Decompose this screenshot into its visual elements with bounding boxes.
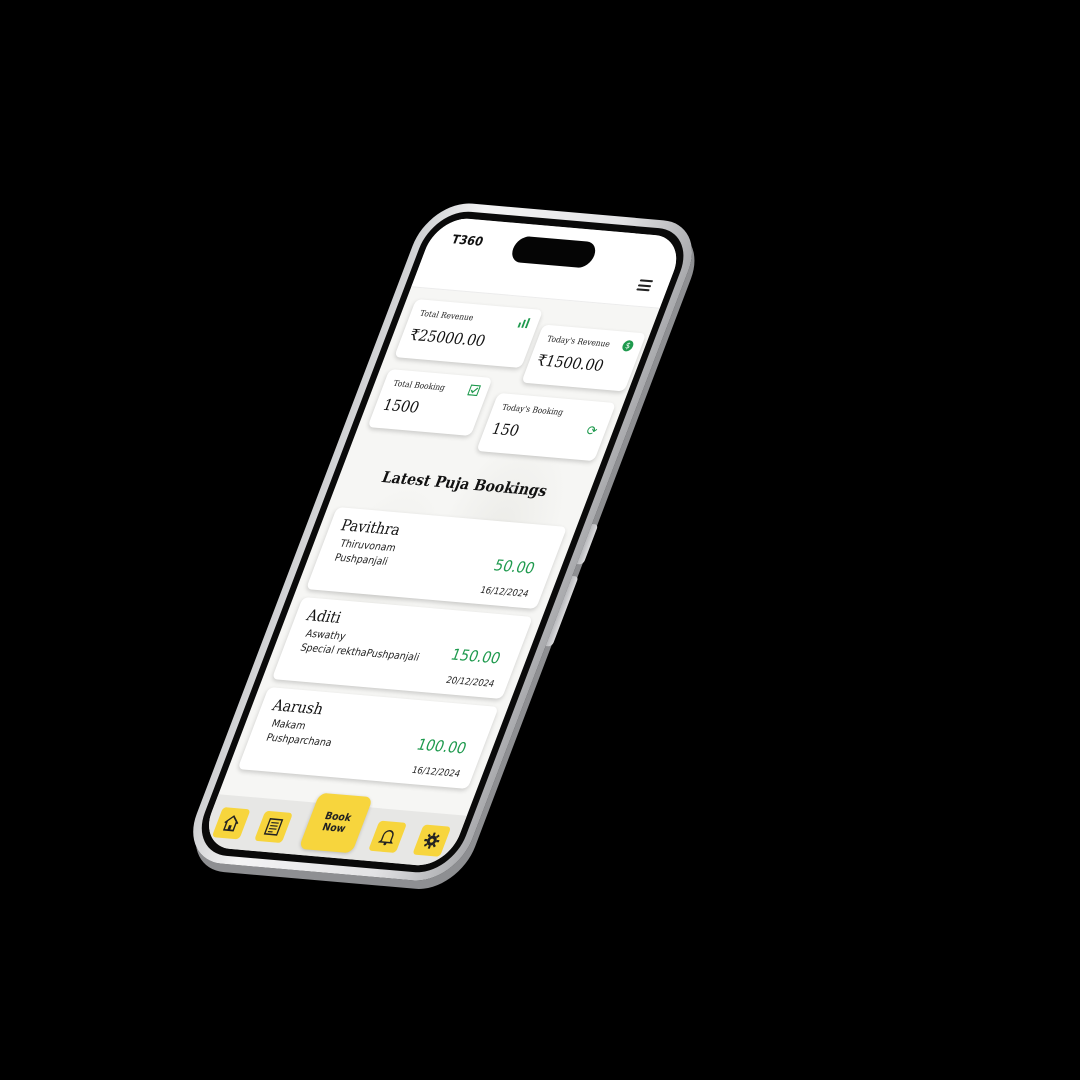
dynamic-island bbox=[508, 235, 600, 269]
gear-icon[interactable] bbox=[412, 824, 452, 857]
hamburger-menu-icon[interactable] bbox=[636, 279, 654, 292]
booking-star: Thiruvonam bbox=[338, 538, 398, 555]
document-icon[interactable] bbox=[254, 810, 294, 844]
stat-label: Today's Revenue bbox=[545, 334, 612, 349]
stat-value: 1500 bbox=[380, 395, 423, 417]
booking-name: Pavithra bbox=[338, 515, 404, 540]
booking-star: Aswathy bbox=[303, 628, 348, 643]
total-booking-card[interactable]: Total Booking 1500 bbox=[367, 369, 493, 436]
booking-date: 16/12/2024 bbox=[409, 765, 462, 780]
stat-value: 150 bbox=[488, 419, 523, 440]
phone-mockup: T360 Total Revenue ₹25000.00 Today's Rev… bbox=[179, 200, 706, 884]
chart-icon bbox=[515, 316, 531, 331]
app-brand: T360 bbox=[449, 232, 486, 249]
todays-revenue-card[interactable]: Today's Revenue $ ₹1500.00 bbox=[521, 324, 647, 392]
booking-star: Makam bbox=[269, 718, 308, 733]
booking-puja: Pushpanjali bbox=[332, 552, 390, 569]
book-now-button[interactable]: Book Now bbox=[298, 792, 374, 854]
booking-puja: Pushparchana bbox=[264, 732, 334, 750]
checkbox-icon bbox=[466, 384, 482, 399]
stage: T360 Total Revenue ₹25000.00 Today's Rev… bbox=[0, 0, 1080, 1080]
booking-date: 16/12/2024 bbox=[478, 585, 530, 600]
stat-label: Total Booking bbox=[391, 378, 447, 393]
bell-icon[interactable] bbox=[368, 820, 408, 853]
coin-icon: $ bbox=[620, 339, 636, 352]
booking-amount: 50.00 bbox=[491, 556, 538, 578]
booking-amount: 150.00 bbox=[448, 645, 504, 668]
booking-name: Aditi bbox=[304, 605, 345, 627]
booking-date: 20/12/2024 bbox=[444, 675, 496, 690]
home-icon[interactable] bbox=[211, 807, 251, 840]
refresh-icon: ⟳ bbox=[583, 423, 600, 440]
total-revenue-card[interactable]: Total Revenue ₹25000.00 bbox=[394, 299, 544, 369]
booking-puja: Special rekthaPushpanjali bbox=[298, 642, 421, 664]
app-screen: T360 Total Revenue ₹25000.00 Today's Rev… bbox=[198, 216, 687, 868]
stat-value: ₹25000.00 bbox=[406, 325, 489, 351]
booking-name: Aarush bbox=[269, 695, 327, 719]
booking-amount: 100.00 bbox=[414, 735, 470, 758]
stat-label: Today's Booking bbox=[500, 402, 565, 417]
stat-value: ₹1500.00 bbox=[533, 351, 607, 375]
todays-booking-card[interactable]: Today's Booking ⟳ 150 bbox=[476, 392, 617, 462]
stat-label: Total Revenue bbox=[418, 308, 475, 323]
